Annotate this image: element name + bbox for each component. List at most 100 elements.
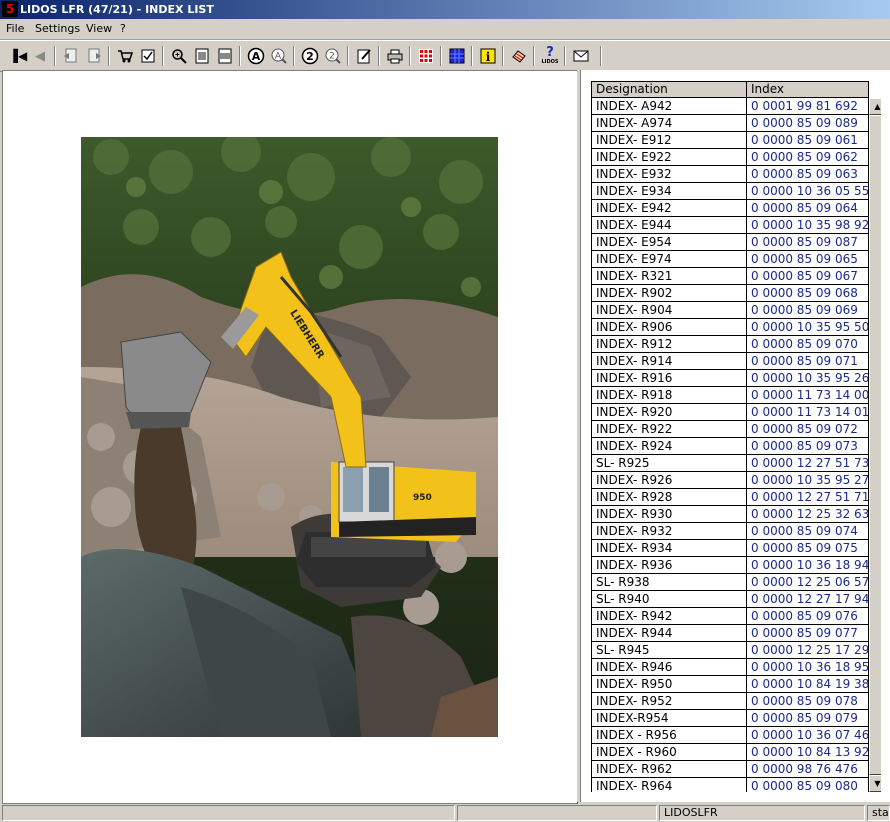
table-row[interactable]: INDEX- E934 0 0000 10 36 05 55 — [591, 183, 869, 200]
table-row[interactable]: INDEX- R914 0 0000 85 09 071 — [591, 353, 869, 370]
index-cell[interactable]: 0 0000 12 27 51 71 — [746, 489, 869, 506]
designation-cell[interactable]: INDEX- A974 — [591, 115, 746, 132]
designation-cell[interactable]: INDEX- R928 — [591, 489, 746, 506]
lidos-app-icon[interactable]: 5 — [2, 1, 18, 17]
designation-cell[interactable]: INDEX- R924 — [591, 438, 746, 455]
index-cell[interactable]: 0 0000 10 36 18 95 — [746, 659, 869, 676]
designation-cell[interactable]: INDEX- R932 — [591, 523, 746, 540]
designation-cell[interactable]: INDEX- R912 — [591, 336, 746, 353]
blue-grid-button[interactable] — [447, 46, 467, 66]
table-row[interactable]: INDEX- R922 0 0000 85 09 072 — [591, 421, 869, 438]
designation-cell[interactable]: INDEX- E922 — [591, 149, 746, 166]
designation-cell[interactable]: INDEX- R936 — [591, 557, 746, 574]
index-cell[interactable]: 0 0000 85 09 065 — [746, 251, 869, 268]
mail-button[interactable] — [571, 46, 591, 66]
table-row[interactable]: INDEX- R916 0 0000 10 35 95 26 — [591, 370, 869, 387]
designation-cell[interactable]: INDEX- R902 — [591, 285, 746, 302]
search-a-button[interactable]: A — [246, 46, 266, 66]
table-row[interactable]: INDEX- R904 0 0000 85 09 069 — [591, 302, 869, 319]
table-row[interactable]: INDEX- R918 0 0000 11 73 14 00 — [591, 387, 869, 404]
table-row[interactable]: INDEX- R936 0 0000 10 36 18 94 — [591, 557, 869, 574]
designation-cell[interactable]: SL- R940 — [591, 591, 746, 608]
designation-cell[interactable]: INDEX- R321 — [591, 268, 746, 285]
designation-cell[interactable]: INDEX- A942 — [591, 98, 746, 115]
table-row[interactable]: INDEX- E954 0 0000 85 09 087 — [591, 234, 869, 251]
info-button[interactable]: i — [478, 46, 498, 66]
index-cell[interactable]: 0 0000 10 35 95 27 — [746, 472, 869, 489]
index-cell[interactable]: 0 0000 85 09 062 — [746, 149, 869, 166]
index-cell[interactable]: 0 0000 85 09 072 — [746, 421, 869, 438]
search-2-next-button[interactable]: 2 — [323, 46, 343, 66]
table-row[interactable]: INDEX- R964 0 0000 85 09 080 — [591, 778, 869, 792]
search-2-button[interactable]: 2 — [300, 46, 320, 66]
index-cell[interactable]: 0 0000 85 09 070 — [746, 336, 869, 353]
checklist-button[interactable] — [138, 46, 158, 66]
index-cell[interactable]: 0 0000 10 84 19 38 — [746, 676, 869, 693]
table-row[interactable]: INDEX- R928 0 0000 12 27 51 71 — [591, 489, 869, 506]
designation-cell[interactable]: SL- R925 — [591, 455, 746, 472]
menu-help[interactable]: ? — [120, 22, 126, 35]
table-row[interactable]: INDEX- R942 0 0000 85 09 076 — [591, 608, 869, 625]
table-row[interactable]: INDEX- A974 0 0000 85 09 089 — [591, 115, 869, 132]
index-cell[interactable]: 0 0000 11 73 14 01 — [746, 404, 869, 421]
index-cell[interactable]: 0 0000 85 09 080 — [746, 778, 869, 792]
table-row[interactable]: INDEX- R962 0 0000 98 76 476 — [591, 761, 869, 778]
index-cell[interactable]: 0 0000 12 27 17 94 — [746, 591, 869, 608]
index-cell[interactable]: 0 0000 10 36 18 94 — [746, 557, 869, 574]
index-cell[interactable]: 0 0000 85 09 087 — [746, 234, 869, 251]
designation-cell[interactable]: INDEX- R906 — [591, 319, 746, 336]
index-cell[interactable]: 0 0000 85 09 077 — [746, 625, 869, 642]
table-row[interactable]: INDEX - R960 0 0000 10 84 13 92 — [591, 744, 869, 761]
index-cell[interactable]: 0 0000 85 09 078 — [746, 693, 869, 710]
fit-page-button[interactable] — [192, 46, 212, 66]
scroll-up-button[interactable]: ▲ — [869, 98, 881, 115]
fit-width-button[interactable] — [215, 46, 235, 66]
table-row[interactable]: INDEX- R950 0 0000 10 84 19 38 — [591, 676, 869, 693]
designation-cell[interactable]: INDEX- R962 — [591, 761, 746, 778]
designation-cell[interactable]: SL- R938 — [591, 574, 746, 591]
column-header-designation[interactable]: Designation — [591, 81, 747, 98]
index-cell[interactable]: 0 0000 12 25 17 29 — [746, 642, 869, 659]
designation-cell[interactable]: INDEX - R956 — [591, 727, 746, 744]
cart-button[interactable] — [115, 46, 135, 66]
index-cell[interactable]: 0 0000 85 09 076 — [746, 608, 869, 625]
index-cell[interactable]: 0 0000 85 09 064 — [746, 200, 869, 217]
zoom-in-button[interactable] — [169, 46, 189, 66]
table-row[interactable]: INDEX- R321 0 0000 85 09 067 — [591, 268, 869, 285]
designation-cell[interactable]: INDEX- E934 — [591, 183, 746, 200]
index-cell[interactable]: 0 0001 99 81 692 — [746, 98, 869, 115]
designation-cell[interactable]: INDEX- R904 — [591, 302, 746, 319]
table-row[interactable]: INDEX- R946 0 0000 10 36 18 95 — [591, 659, 869, 676]
designation-cell[interactable]: INDEX- R942 — [591, 608, 746, 625]
table-row[interactable]: INDEX-R954 0 0000 85 09 079 — [591, 710, 869, 727]
designation-cell[interactable]: INDEX- R922 — [591, 421, 746, 438]
doc-back-button[interactable] — [61, 46, 81, 66]
scroll-thumb[interactable] — [869, 115, 881, 775]
index-cell[interactable]: 0 0000 11 73 14 00 — [746, 387, 869, 404]
table-row[interactable]: SL- R925 0 0000 12 27 51 73 — [591, 455, 869, 472]
index-cell[interactable]: 0 0000 10 36 05 55 — [746, 183, 869, 200]
index-cell[interactable]: 0 0000 85 09 067 — [746, 268, 869, 285]
print-button[interactable] — [385, 46, 405, 66]
designation-cell[interactable]: INDEX- E942 — [591, 200, 746, 217]
index-cell[interactable]: 0 0000 10 35 98 92 — [746, 217, 869, 234]
designation-cell[interactable]: INDEX- E944 — [591, 217, 746, 234]
help-button[interactable]: ? LIDOS — [540, 46, 560, 66]
designation-cell[interactable]: INDEX- R964 — [591, 778, 746, 792]
designation-cell[interactable]: INDEX- R926 — [591, 472, 746, 489]
column-header-index[interactable]: Index — [746, 81, 869, 98]
designation-cell[interactable]: INDEX- R950 — [591, 676, 746, 693]
index-cell[interactable]: 0 0000 85 09 061 — [746, 132, 869, 149]
designation-cell[interactable]: INDEX- R944 — [591, 625, 746, 642]
table-row[interactable]: SL- R945 0 0000 12 25 17 29 — [591, 642, 869, 659]
red-grid-button[interactable] — [416, 46, 436, 66]
index-cell[interactable]: 0 0000 85 09 068 — [746, 285, 869, 302]
table-row[interactable]: INDEX- R926 0 0000 10 35 95 27 — [591, 472, 869, 489]
designation-cell[interactable]: SL- R945 — [591, 642, 746, 659]
table-row[interactable]: INDEX- R924 0 0000 85 09 073 — [591, 438, 869, 455]
table-row[interactable]: INDEX- R944 0 0000 85 09 077 — [591, 625, 869, 642]
index-cell[interactable]: 0 0000 85 09 089 — [746, 115, 869, 132]
table-row[interactable]: INDEX- R906 0 0000 10 35 95 50 — [591, 319, 869, 336]
index-cell[interactable]: 0 0000 10 84 13 92 — [746, 744, 869, 761]
designation-cell[interactable]: INDEX-R954 — [591, 710, 746, 727]
